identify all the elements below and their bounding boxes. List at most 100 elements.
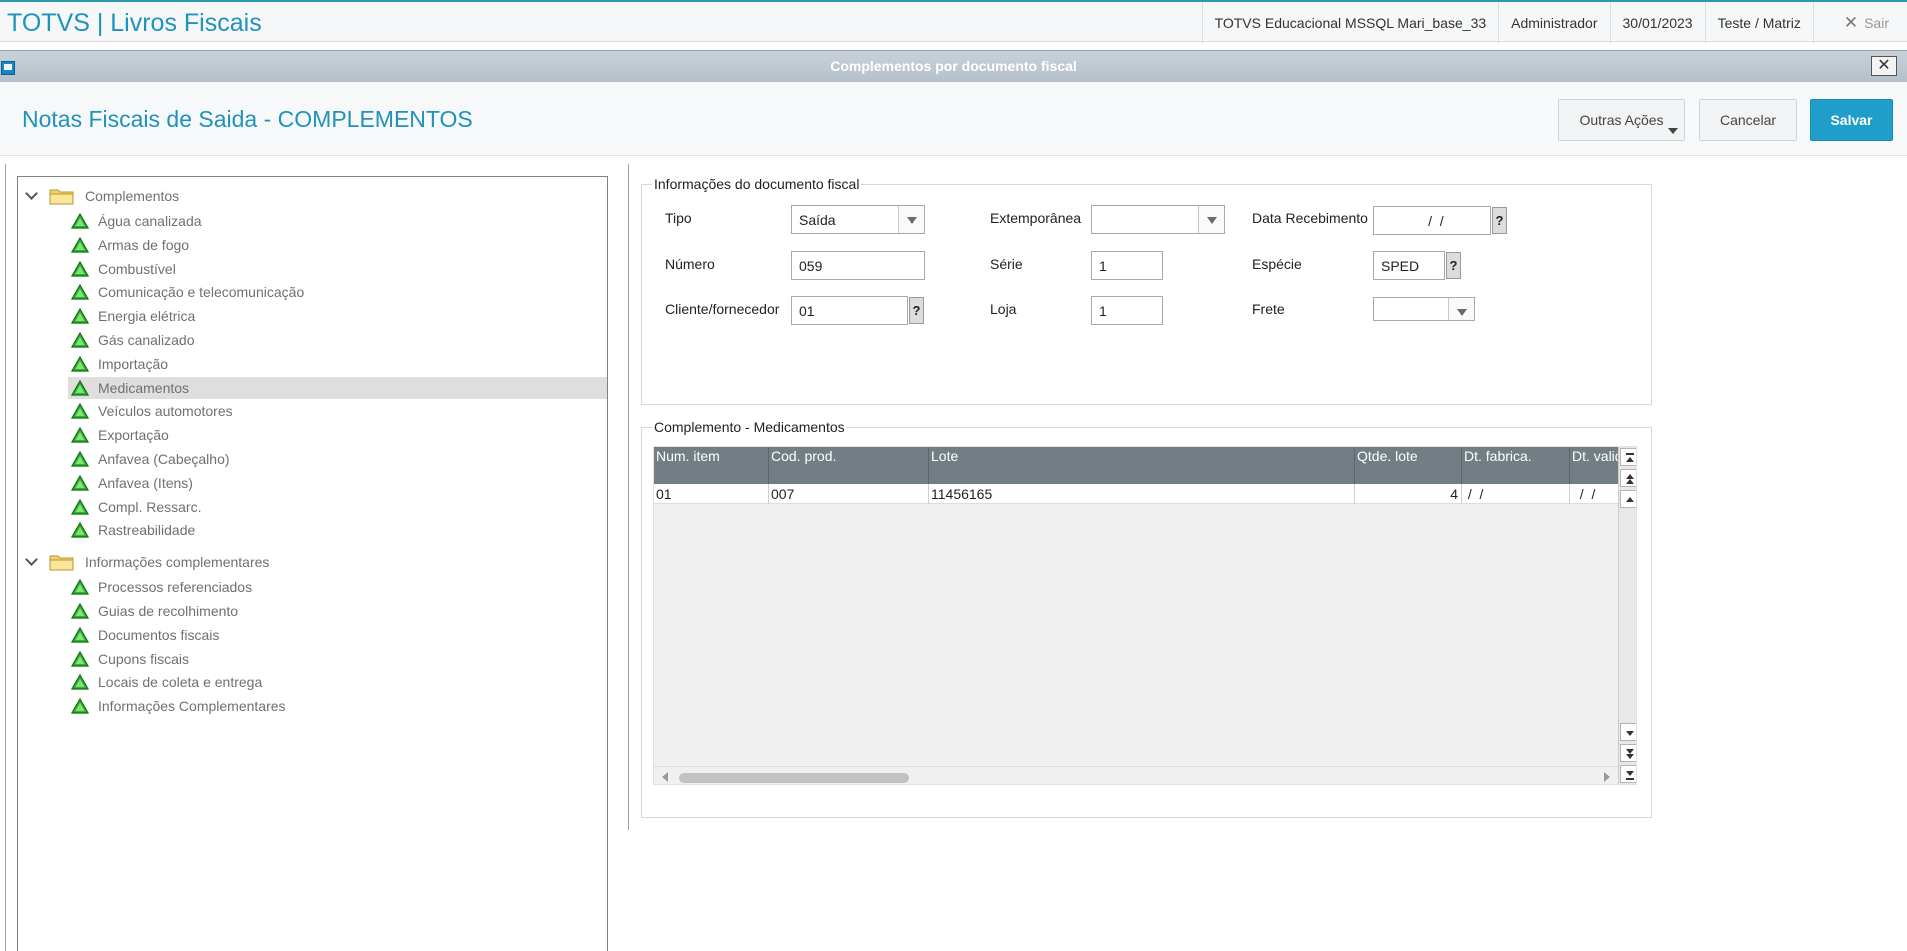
date-label[interactable]: 30/01/2023 [1609,2,1705,44]
tipo-select[interactable]: Saída [791,205,925,234]
chevron-down-icon[interactable] [25,187,38,200]
tree-item-label: Locais de coleta e entrega [98,674,263,691]
medicamentos-grid[interactable]: Num. item Cod. prod. Lote Qtde. lote Dt. fab… [653,446,1637,785]
tree-item[interactable]: Processos referenciados [68,576,607,598]
table-cell[interactable]: 11456165 [929,484,1355,504]
scroll-page-up-icon[interactable] [1620,469,1636,487]
tree-group[interactable]: Complementos [18,185,607,207]
horizontal-scroll-thumb[interactable] [679,773,909,783]
environment-label[interactable]: TOTVS Educacional MSSQL Mari_base_33 [1201,2,1499,44]
especie-field[interactable]: SPED [1373,251,1445,280]
panel-splitter[interactable] [628,164,629,830]
scroll-right-icon[interactable] [1604,772,1610,782]
scroll-left-icon[interactable] [662,772,668,782]
chevron-down-icon[interactable] [25,553,38,567]
column-header[interactable]: Qtde. lote [1355,447,1462,484]
tree-item-label: Gás canalizado [98,332,195,348]
tree-item[interactable]: Informações Complementares [68,695,607,717]
table-cell[interactable]: / / [1462,484,1570,504]
tree-item[interactable]: Energia elétrica [68,305,607,327]
frete-select[interactable] [1373,297,1475,321]
dialog-title: Complementos por documento fiscal [830,58,1077,74]
especie-help-button[interactable]: ? [1446,252,1461,279]
cliente-field[interactable]: 01 [791,296,908,325]
branch-label[interactable]: Teste / Matriz [1704,2,1813,44]
triangle-icon [70,498,90,515]
tree-item[interactable]: Gás canalizado [68,329,607,351]
scroll-down-icon[interactable] [1620,723,1636,741]
tree-item[interactable]: Compl. Ressarc. [68,496,607,518]
triangle-icon [70,626,90,643]
scroll-bottom-icon[interactable] [1620,765,1636,783]
column-header[interactable]: Lote [929,447,1355,484]
serie-label: Série [990,256,1023,272]
numero-field[interactable]: 059 [791,251,925,280]
cancel-button[interactable]: Cancelar [1699,99,1797,141]
page-header: Notas Fiscais de Saida - COMPLEMENTOS Ou… [0,82,1907,156]
tree-item[interactable]: Importação [68,353,607,375]
triangle-icon [70,236,90,253]
loja-label: Loja [990,301,1017,317]
triangle-icon [70,450,90,467]
complements-tree[interactable]: Complementos Água canalizada Armas de fogo… [17,176,608,951]
tree-item[interactable]: Comunicação e telecomunicação [68,281,607,303]
cliente-help-button[interactable]: ? [909,297,924,324]
caret-down-icon [1668,128,1678,134]
tree-item-label: Importação [98,355,169,372]
tree-item-label: Comunicação e telecomunicação [98,284,305,301]
data-recebimento-label: Data Recebimento [1252,210,1368,226]
data-recebimento-field[interactable]: / / [1373,206,1491,235]
tree-item[interactable]: Água canalizada [68,210,607,232]
chevron-down-icon[interactable] [898,206,924,233]
tree-item[interactable]: Cupons fiscais [68,648,607,670]
tree-item[interactable]: Veículos automotores [68,400,607,422]
doc-info-legend: Informações do documento fiscal [652,176,862,192]
triangle-icon [70,578,90,595]
triangle-icon [70,650,90,667]
table-cell[interactable]: 007 [769,484,929,504]
tree-item[interactable]: Armas de fogo [68,234,607,256]
tree-item[interactable]: Anfavea (Itens) [68,472,607,494]
tree-item[interactable]: Anfavea (Cabeçalho) [68,448,607,470]
tree-item[interactable]: Exportação [68,424,607,446]
column-header[interactable]: Cod. prod. [769,447,929,484]
exit-button[interactable]: ✕ Sair [1812,2,1907,44]
frete-label: Frete [1252,301,1285,317]
top-bar: TOTVS | Livros Fiscais TOTVS Educacional… [0,0,1907,44]
serie-field[interactable]: 1 [1091,251,1163,280]
dialog-close-button[interactable]: ✕ [1871,56,1897,76]
chevron-down-icon[interactable] [1448,298,1474,320]
tree-group[interactable]: Informações complementares [18,551,607,573]
extemporanea-select[interactable] [1091,205,1225,234]
column-header[interactable]: Dt. fabrica. [1462,447,1570,484]
left-divider [5,164,6,951]
close-icon: ✕ [1877,57,1891,74]
tree-item-label: Anfavea (Itens) [98,474,193,491]
user-label[interactable]: Administrador [1498,2,1609,44]
scroll-top-icon[interactable] [1620,448,1636,466]
tree-item[interactable]: Medicamentos [68,376,607,399]
tree-item[interactable]: Locais de coleta e entrega [68,671,607,693]
other-actions-button[interactable]: Outras Ações [1558,99,1685,141]
triangle-icon [70,426,90,443]
data-recebimento-help-button[interactable]: ? [1492,207,1507,234]
horizontal-scrollbar[interactable] [654,766,1618,784]
column-header[interactable]: Num. item [654,447,769,484]
scroll-up-icon[interactable] [1620,490,1636,508]
dialog-titlebar: Complementos por documento fiscal ✕ [0,50,1907,82]
triangle-icon [70,355,90,372]
tree-item[interactable]: Rastreabilidade [68,519,607,541]
tree-item[interactable]: Combustível [68,258,607,280]
loja-field[interactable]: 1 [1091,296,1163,325]
table-cell[interactable]: 01 [654,484,769,504]
tree-item[interactable]: Documentos fiscais [68,624,607,646]
tree-item[interactable]: Guias de recolhimento [68,600,607,622]
chevron-down-icon[interactable] [1198,206,1224,233]
table-row[interactable]: 01 007 11456165 4 / / / / [654,484,1630,504]
table-cell[interactable]: 4 [1355,484,1462,504]
triangle-icon [70,674,90,690]
vertical-scrollbar[interactable] [1618,447,1636,784]
save-button[interactable]: Salvar [1810,99,1893,141]
tree-group-label: Complementos [85,188,180,204]
scroll-page-down-icon[interactable] [1620,744,1636,762]
